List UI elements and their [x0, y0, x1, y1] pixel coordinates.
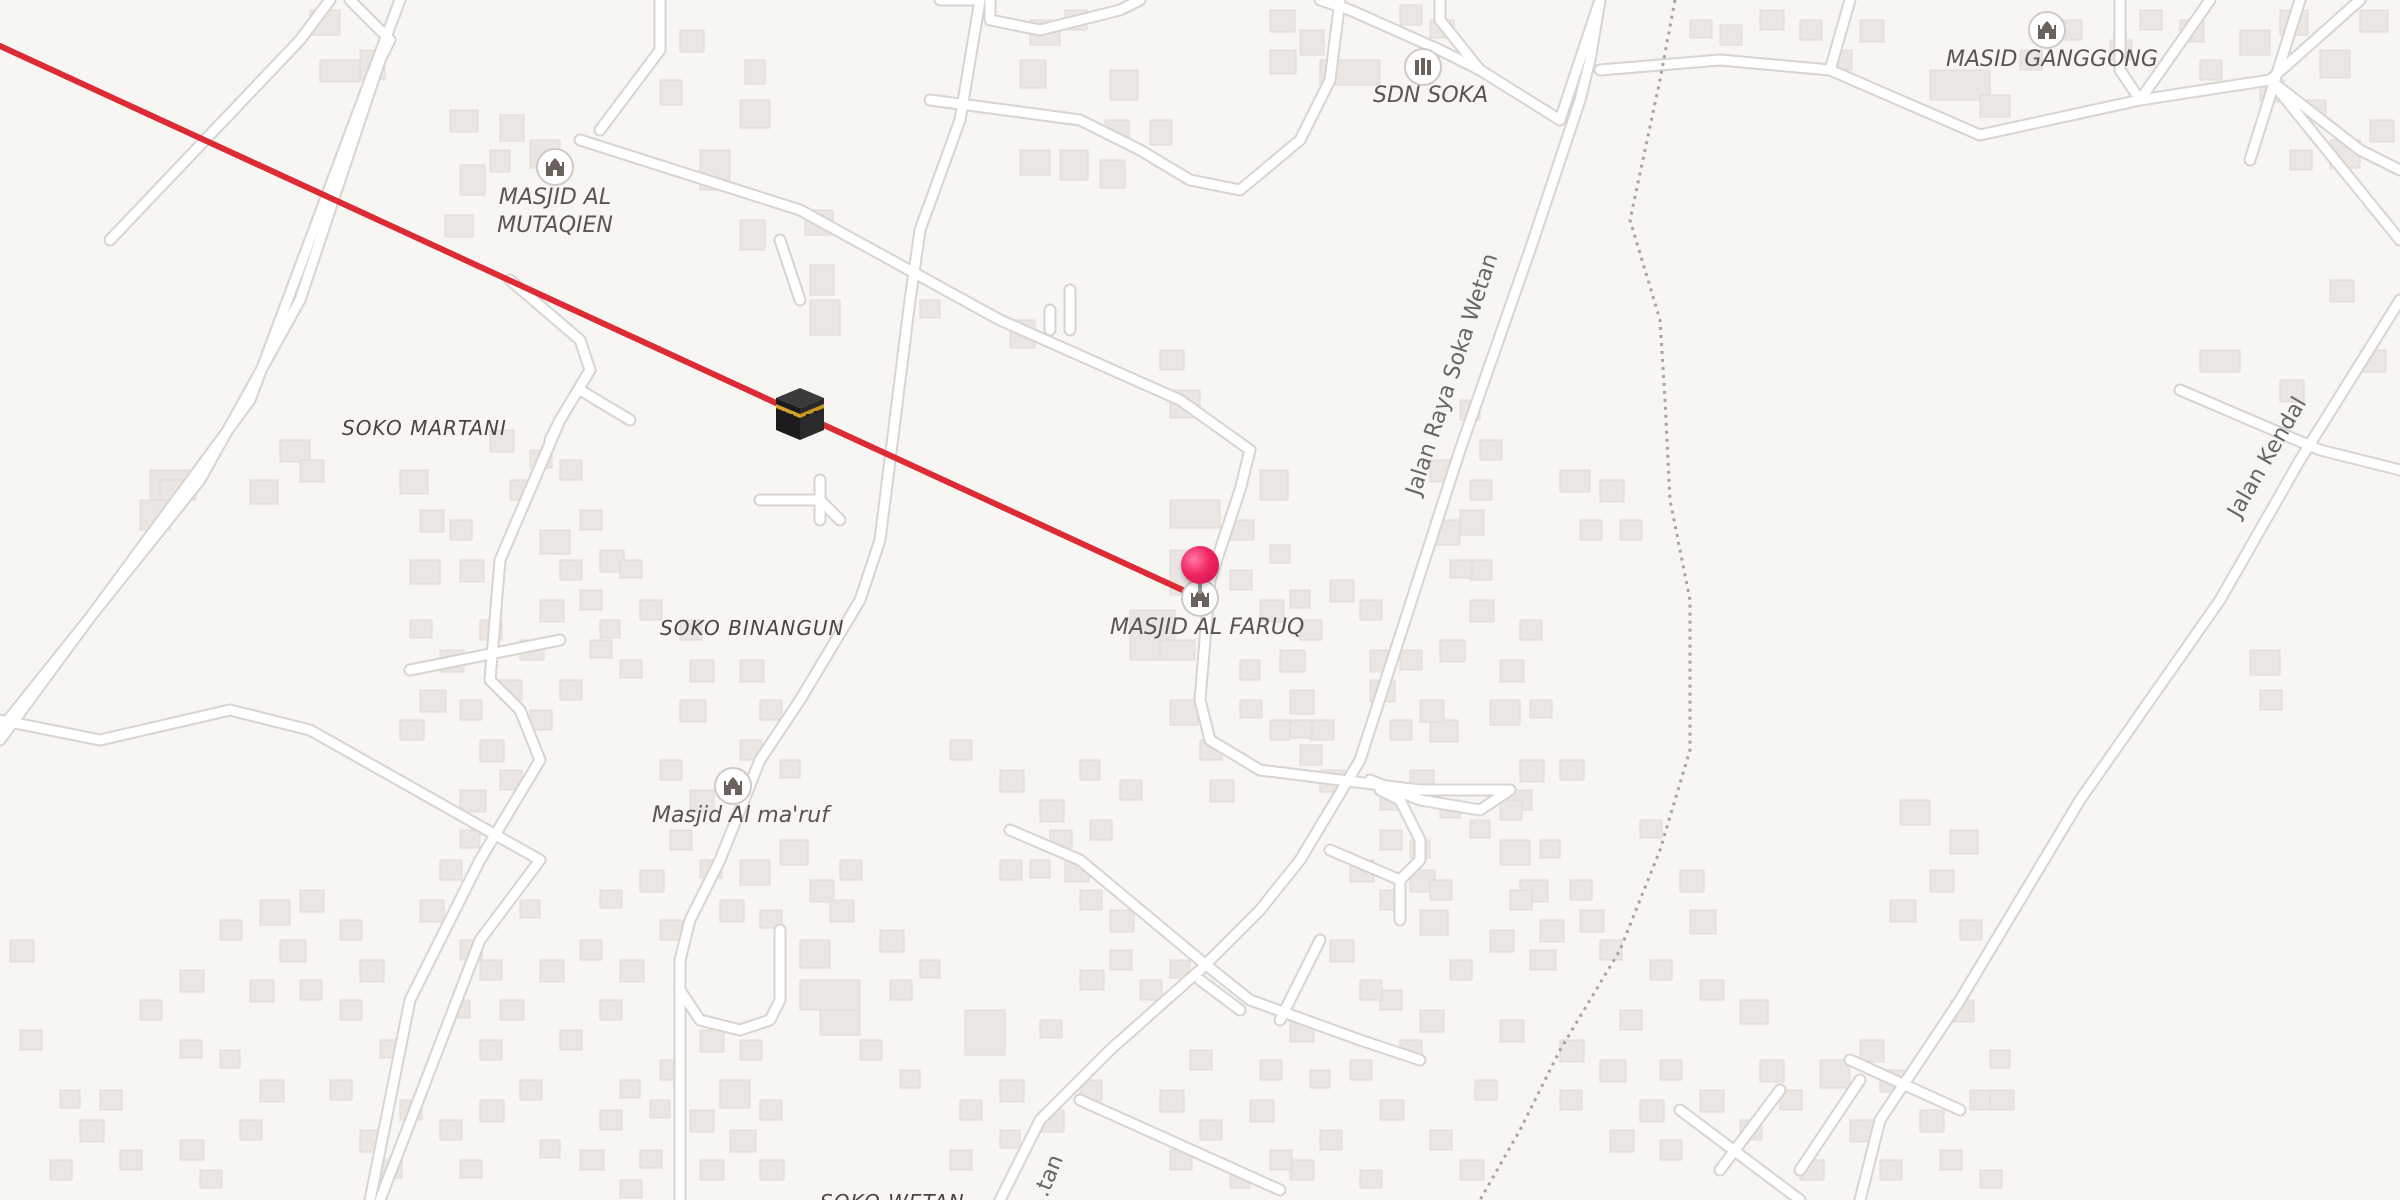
place-label-soko-binangun: SOKO BINANGUN — [660, 616, 845, 640]
kaaba-glyph — [776, 388, 824, 440]
mosque-icon[interactable] — [2028, 11, 2066, 49]
poi-label-masjid-al-faruq: MASJID AL FARUQ — [1110, 615, 1305, 640]
poi-label-masjid-al-mutaqien: MASJID AL MUTAQIEN — [497, 185, 613, 238]
mosque-glyph — [724, 777, 742, 795]
kaaba-icon[interactable] — [770, 384, 830, 444]
mosque-icon[interactable] — [536, 148, 574, 186]
poi-label-masid-ganggong: MASID GANGGONG — [1946, 47, 2158, 72]
place-label-soko-martani: SOKO MARTANI — [342, 416, 507, 440]
mosque-glyph — [2038, 21, 2056, 39]
mosque-glyph — [546, 158, 564, 176]
mosque-icon[interactable] — [714, 767, 752, 805]
place-label-soko-wetan: SOKO WETAN — [820, 1188, 965, 1200]
map-canvas[interactable]: Jalan Raya Soka Wetan Jalan Kendal ...ta… — [0, 0, 2400, 1200]
location-pin-icon[interactable] — [1181, 546, 1219, 584]
poi-label-sdn-soka: SDN SOKA — [1373, 83, 1489, 108]
school-glyph — [1415, 58, 1431, 75]
school-icon[interactable] — [1404, 48, 1442, 86]
poi-label-masjid-al-maruf: Masjid Al ma'ruf — [652, 803, 829, 828]
